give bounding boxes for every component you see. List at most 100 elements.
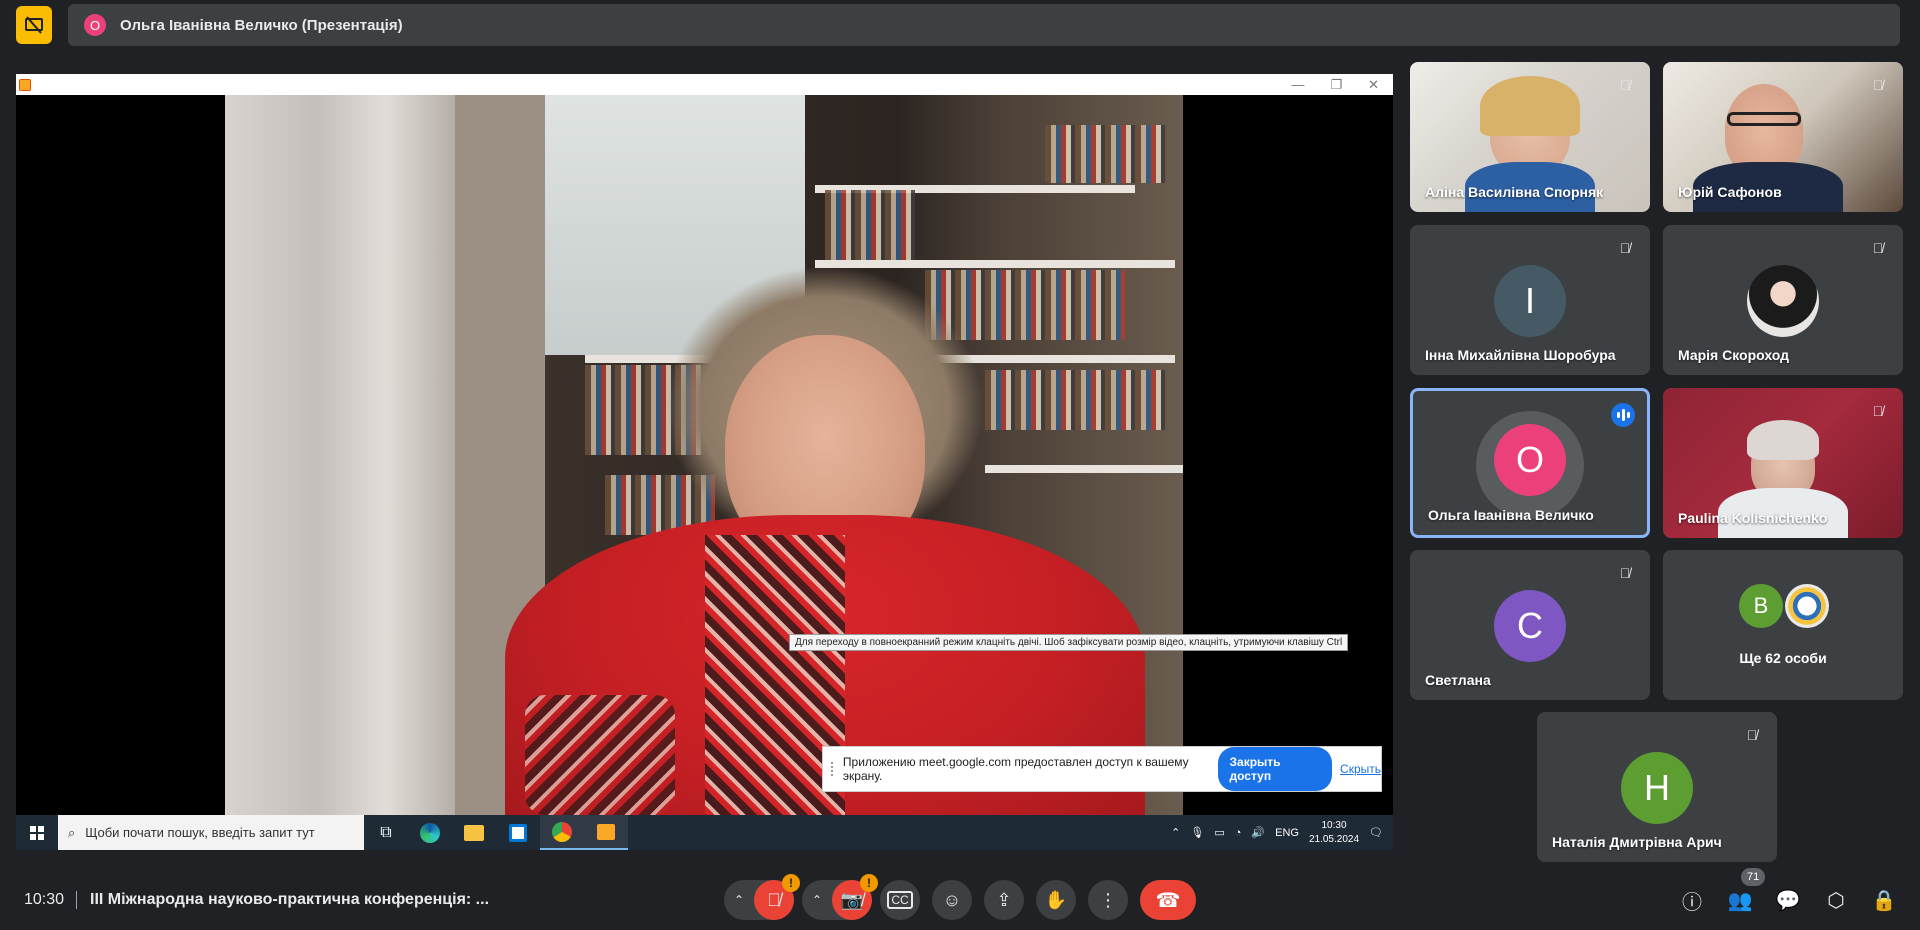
participant-avatar: І <box>1494 265 1566 337</box>
institution-logo-avatar <box>1785 584 1829 628</box>
warning-icon: ! <box>782 874 800 892</box>
participant-name: Наталія Дмитрівна Арич <box>1552 834 1722 850</box>
screen-share-notice: Приложению meet.google.com предоставлен … <box>822 746 1382 792</box>
battery-icon[interactable]: ▭ <box>1214 826 1224 839</box>
people-icon[interactable]: 👥 <box>1725 885 1755 915</box>
window-titlebar: — ❐ ✕ <box>16 74 1393 95</box>
participant-tile[interactable]: 🎙̸ Paulina Kolisnichenko <box>1663 388 1903 538</box>
microphone-icon[interactable]: 🎙 <box>1190 826 1204 839</box>
participant-name: Юрій Сафонов <box>1678 184 1782 200</box>
participant-name: Светлана <box>1425 672 1491 688</box>
mic-off-icon: 🎙̸ <box>1619 240 1631 256</box>
hand-icon: ✋ <box>1044 889 1068 910</box>
participant-tile[interactable]: 🎙̸ Марія Скороход <box>1663 225 1903 375</box>
meeting-clock: 10:30 <box>24 891 65 908</box>
mic-off-icon: 🎙̸ <box>1872 240 1884 256</box>
captions-icon: CC <box>887 891 913 909</box>
participant-name: Ольга Іванівна Величко <box>1428 507 1594 523</box>
participant-name: Марія Скороход <box>1678 347 1790 363</box>
close-icon[interactable]: ✕ <box>1368 77 1379 93</box>
notifications-icon[interactable]: 🗨 <box>1369 826 1383 839</box>
volume-icon[interactable]: 🔊 <box>1251 826 1265 839</box>
task-view-icon[interactable]: ⧉ <box>364 815 408 850</box>
app-icon <box>19 78 31 91</box>
captions-button[interactable]: CC <box>880 880 920 920</box>
more-vertical-icon: ⋮ <box>1099 889 1117 910</box>
fullscreen-tooltip: Для переходу в повноекранний режим клацн… <box>789 634 1349 651</box>
mic-off-icon: 🎙̸ <box>1619 77 1631 93</box>
more-options-button[interactable]: ⋮ <box>1088 880 1128 920</box>
stop-sharing-button[interactable]: Закрыть доступ <box>1217 747 1333 791</box>
present-button[interactable]: ⇪ <box>984 880 1024 920</box>
participant-tile-active-speaker[interactable]: О Ольга Іванівна Величко <box>1410 388 1650 538</box>
shared-screen[interactable]: — ❐ ✕ Для переходу в повноекранний режим… <box>16 74 1393 850</box>
windows-taskbar: ⌕ Щоби почати пошук, введіть запит тут ⧉… <box>16 815 1393 850</box>
wifi-icon[interactable]: ◔ <box>1235 827 1242 839</box>
chevron-up-icon[interactable]: ⌃ <box>1171 826 1180 839</box>
edge-icon[interactable] <box>408 815 452 850</box>
present-screen-icon: ⇪ <box>996 889 1012 910</box>
speaking-indicator-icon <box>1611 403 1635 427</box>
presenter-avatar: О <box>84 14 106 36</box>
presentation-app-icon[interactable] <box>584 815 628 850</box>
file-explorer-icon[interactable] <box>452 815 496 850</box>
participant-tile[interactable]: 🎙̸ Аліна Василівна Спорняк <box>1410 62 1650 212</box>
reactions-button[interactable]: ☺ <box>932 880 972 920</box>
camera-control-group: ⌃ 📷̸ ! <box>802 874 878 920</box>
system-tray: ⌃ 🎙 ▭ ◔ 🔊 ENG 10:30 21.05.2024 🗨 <box>1171 819 1393 847</box>
store-icon[interactable] <box>496 815 540 850</box>
minimize-icon[interactable]: — <box>1291 77 1304 93</box>
participant-tile[interactable]: 🎙̸ Юрій Сафонов <box>1663 62 1903 212</box>
mic-off-icon: 🎙̸ <box>1746 727 1758 743</box>
participant-name: Paulina Kolisnichenko <box>1678 510 1828 526</box>
mic-control-group: ⌃ 🎙̸ ! <box>724 874 800 920</box>
more-participants-tile[interactable]: В Ще 62 особи <box>1663 550 1903 700</box>
participant-avatar: В <box>1739 584 1783 628</box>
emoji-icon: ☺ <box>942 889 962 910</box>
mic-off-icon: 🎙̸ <box>1872 403 1884 419</box>
camera-off-icon: 📷̸ <box>840 889 864 910</box>
chevron-up-icon[interactable]: ⌃ <box>802 880 832 920</box>
language-indicator[interactable]: ENG <box>1275 827 1299 839</box>
participant-name: Аліна Василівна Спорняк <box>1425 184 1604 200</box>
camera-toggle-button[interactable]: 📷̸ ! <box>832 874 878 920</box>
stop-presenting-button[interactable] <box>16 6 52 44</box>
more-participants-label: Ще 62 особи <box>1739 650 1827 666</box>
chrome-icon[interactable] <box>540 815 584 850</box>
maximize-icon[interactable]: ❐ <box>1330 77 1342 93</box>
mic-off-icon: 🎙̸ <box>1619 565 1631 581</box>
hide-notice-link[interactable]: Скрыть <box>1340 762 1381 776</box>
mic-off-icon: 🎙̸ <box>767 889 781 910</box>
host-controls-icon[interactable]: 🔒 <box>1869 885 1899 915</box>
taskbar-search-placeholder: Щоби почати пошук, введіть запит тут <box>85 825 315 840</box>
participant-tile[interactable]: Н 🎙̸ Наталія Дмитрівна Арич <box>1537 712 1777 862</box>
activities-icon[interactable]: ⬡ <box>1821 885 1851 915</box>
taskbar-search[interactable]: ⌕ Щоби почати пошук, введіть запит тут <box>58 815 364 850</box>
windows-icon <box>30 825 44 840</box>
taskbar-clock[interactable]: 10:30 21.05.2024 <box>1309 819 1359 847</box>
speaker-video[interactable] <box>225 95 1183 815</box>
participant-avatar: Н <box>1621 752 1693 824</box>
mic-off-icon: 🎙̸ <box>1872 77 1884 93</box>
presentation-title: Ольга Іванівна Величко (Презентація) <box>120 16 403 34</box>
chat-icon[interactable]: 💬 <box>1773 885 1803 915</box>
participant-name: Інна Михайлівна Шоробура <box>1425 347 1616 363</box>
meeting-info-icon[interactable]: ⓘ <box>1677 885 1707 915</box>
chevron-up-icon[interactable]: ⌃ <box>724 880 754 920</box>
presentation-banner: О Ольга Іванівна Величко (Презентація) <box>68 4 1900 46</box>
participant-photo <box>1747 265 1819 337</box>
meeting-title[interactable]: ІІІ Міжнародна науково-практична конфере… <box>90 891 489 909</box>
raise-hand-button[interactable]: ✋ <box>1036 880 1076 920</box>
participant-tile[interactable]: С 🎙̸ Светлана <box>1410 550 1650 700</box>
participant-avatar: О <box>1494 424 1566 496</box>
drag-handle[interactable] <box>831 762 835 776</box>
participant-tile[interactable]: І 🎙̸ Інна Михайлівна Шоробура <box>1410 225 1650 375</box>
present-off-icon <box>25 16 43 34</box>
participant-avatar: С <box>1494 590 1566 662</box>
microphone-toggle-button[interactable]: 🎙̸ ! <box>754 874 800 920</box>
share-notice-text: Приложению meet.google.com предоставлен … <box>842 755 1189 783</box>
start-button[interactable] <box>16 815 58 850</box>
warning-icon: ! <box>860 874 878 892</box>
leave-call-button[interactable]: ☎ <box>1140 880 1196 920</box>
hang-up-icon: ☎ <box>1155 889 1181 912</box>
